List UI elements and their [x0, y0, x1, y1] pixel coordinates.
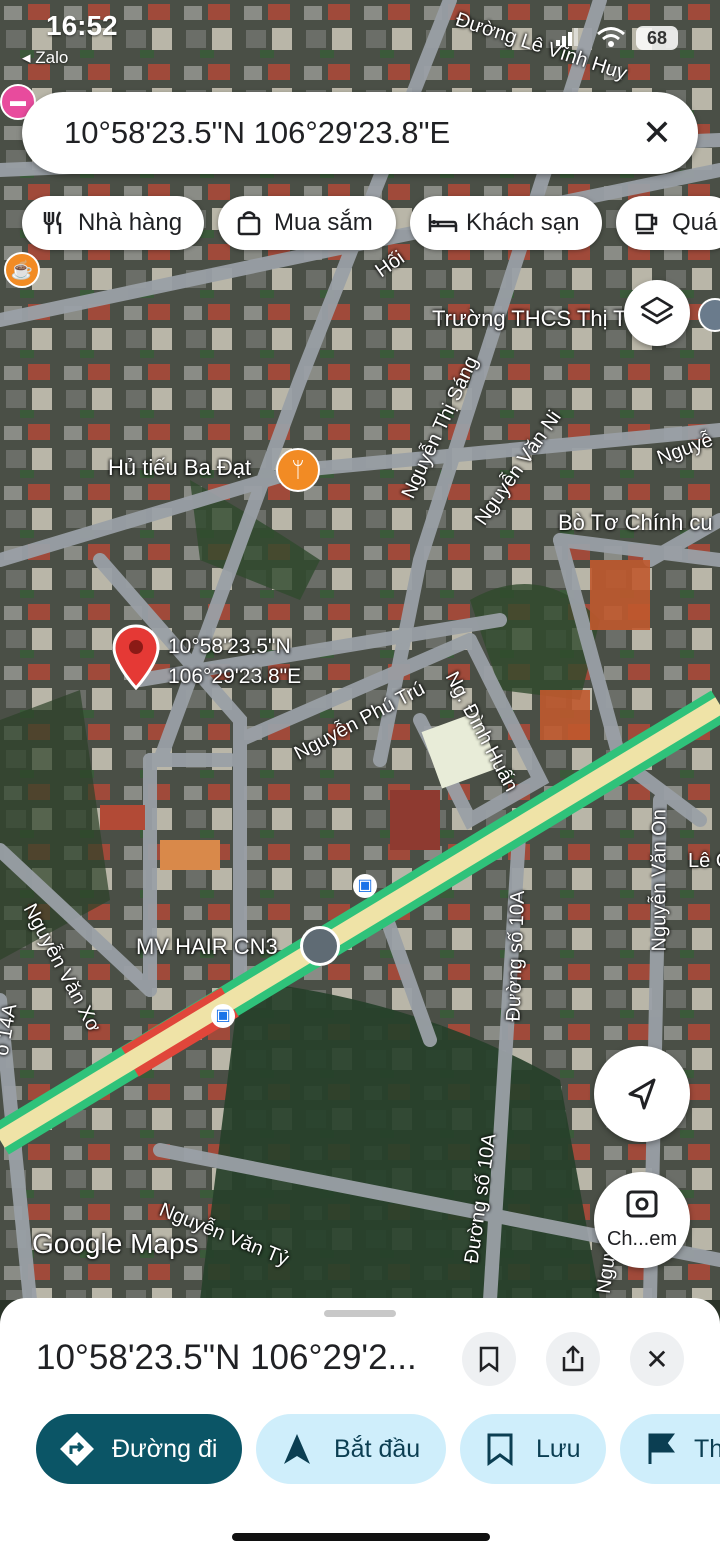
share-icon: [562, 1345, 584, 1372]
place-pin-hair[interactable]: [300, 926, 340, 966]
restaurant-icon: [40, 210, 66, 236]
road-label: Đường số 10A: [502, 890, 530, 1022]
location-arrow-icon: [628, 1078, 656, 1110]
action-label: Lưu: [536, 1434, 581, 1463]
share-button[interactable]: [546, 1332, 600, 1386]
action-label: Th: [694, 1434, 720, 1463]
dropped-pin-icon[interactable]: [112, 624, 160, 690]
search-query[interactable]: 10°58'23.5"N 106°29'23.8"E: [64, 92, 450, 174]
battery-indicator: 68: [636, 26, 678, 50]
bus-stop-icon[interactable]: ▣: [211, 1004, 235, 1028]
place-label-school[interactable]: Trường THCS Thị T: [432, 306, 627, 332]
chip-label: Quá: [672, 209, 718, 236]
chip-cafes[interactable]: Quá: [616, 196, 720, 250]
pin-coordinates-label: 10°58'23.5"N 106°29'23.8"E: [168, 632, 301, 692]
camera-icon: [626, 1190, 658, 1218]
chip-label: Mua sắm: [274, 209, 373, 236]
save-bookmark-button[interactable]: [462, 1332, 516, 1386]
directions-button[interactable]: Đường đi: [36, 1414, 242, 1484]
place-label-restaurant[interactable]: Hủ tiếu Ba Đạt: [108, 455, 251, 481]
chip-label: Khách sạn: [466, 209, 580, 236]
action-label: Bắt đầu: [334, 1434, 421, 1463]
status-time: 16:52: [46, 10, 118, 41]
place-label-hair[interactable]: MV HAIR CN3: [136, 934, 278, 960]
bookmark-icon: [487, 1433, 513, 1466]
layers-button[interactable]: [624, 280, 690, 346]
pin-label-lat: 10°58'23.5"N: [168, 635, 291, 658]
layers-icon: [640, 296, 674, 325]
signal-icon: [556, 28, 578, 46]
sheet-title: 10°58'23.5"N 106°29'2...: [36, 1338, 417, 1377]
navigation-arrow-icon: [284, 1434, 310, 1464]
chip-restaurants[interactable]: Nhà hàng: [22, 196, 204, 250]
back-to-app[interactable]: ◂ Zalo: [22, 48, 68, 68]
google-maps-watermark: Google Maps: [32, 1228, 199, 1259]
chip-shopping[interactable]: Mua sắm: [218, 196, 396, 250]
shopping-bag-icon: [236, 210, 262, 236]
close-icon: ✕: [645, 1343, 669, 1375]
place-label-church[interactable]: Bò Tơ Chính cu: [558, 510, 713, 536]
home-indicator[interactable]: [232, 1533, 490, 1541]
close-sheet-button[interactable]: ✕: [630, 1332, 684, 1386]
status-bar: 16:52 ◂ Zalo 68: [0, 0, 720, 80]
road-label: Nguyễn Văn On: [648, 809, 671, 952]
street-view-button[interactable]: Ch...em: [594, 1172, 690, 1268]
action-label: Đường đi: [112, 1434, 218, 1463]
clear-search-icon[interactable]: ✕: [642, 92, 672, 174]
my-location-button[interactable]: [594, 1046, 690, 1142]
sheet-drag-handle[interactable]: [324, 1310, 396, 1317]
pin-label-lng: 106°29'23.8"E: [168, 665, 302, 688]
chip-label: Nhà hàng: [78, 209, 183, 236]
street-view-label: Ch...em: [606, 1228, 678, 1250]
wifi-icon: [596, 26, 626, 48]
directions-icon: [60, 1432, 94, 1466]
road-label: Lê C: [688, 850, 720, 872]
label-button[interactable]: Th: [620, 1414, 720, 1484]
cafe-icon[interactable]: ☕: [4, 252, 40, 288]
flag-icon: [648, 1433, 675, 1464]
bookmark-icon: [479, 1346, 499, 1373]
bus-stop-icon[interactable]: ▣: [353, 874, 377, 898]
save-button[interactable]: Lưu: [460, 1414, 606, 1484]
hotel-bed-icon: [428, 210, 458, 236]
cafe-cup-icon: [634, 210, 660, 236]
chip-hotels[interactable]: Khách sạn: [410, 196, 602, 250]
start-navigation-button[interactable]: Bắt đầu: [256, 1414, 446, 1484]
search-bar[interactable]: 10°58'23.5"N 106°29'23.8"E ✕: [22, 92, 698, 174]
restaurant-icon[interactable]: ᛘ: [276, 448, 320, 492]
